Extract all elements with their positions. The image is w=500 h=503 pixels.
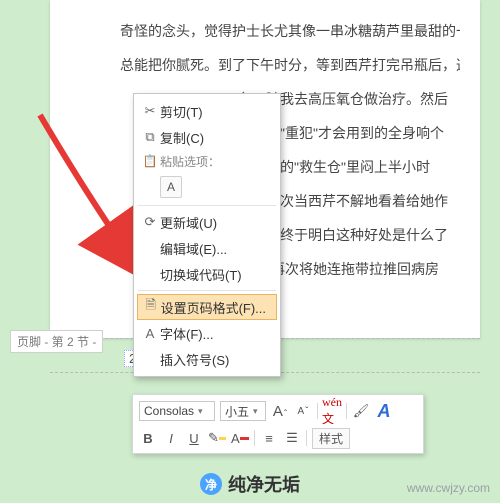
color-swatch xyxy=(240,437,249,440)
highlight-swatch xyxy=(219,437,226,440)
body-line: 奇怪的念头，觉得护士长尤其像一串冰糖葫芦里最甜的一颗 xyxy=(120,14,460,48)
menu-insert-symbol[interactable]: 插入符号(S) xyxy=(134,346,280,372)
app-stage: { "document": { "lines": [ "奇怪的念头，觉得护士长尤… xyxy=(0,0,500,503)
bullets-icon: ≡ xyxy=(265,431,273,446)
numbering-icon: ☰ xyxy=(286,430,298,446)
menu-copy[interactable]: ⧉复制(C) xyxy=(134,124,280,150)
refresh-icon: ⟳ xyxy=(140,214,160,230)
bold-icon: B xyxy=(143,431,152,446)
page-number-icon: 🗎 xyxy=(141,296,161,318)
paste-glyph: A xyxy=(167,180,175,194)
menu-label: 粘贴选项： xyxy=(160,153,220,170)
grow-font-button[interactable]: Aˆ xyxy=(271,402,289,420)
italic-button[interactable]: I xyxy=(162,429,180,447)
menu-label: 编辑域(E)... xyxy=(160,239,270,258)
grow-font-icon: Aˆ xyxy=(273,403,287,420)
highlight-icon: ✎ xyxy=(208,430,219,446)
watermark-text: 纯净无垢 xyxy=(228,471,300,497)
mini-toolbar-row1: Consolas ▾ 小五 ▾ Aˆ Aˇ wén文 🖌 A xyxy=(139,399,417,423)
phonetic-guide-button[interactable]: wén文 xyxy=(323,402,341,420)
menu-toggle-field-codes[interactable]: 切换域代码(T) xyxy=(134,261,280,287)
numbering-button[interactable]: ☰ xyxy=(283,429,301,447)
menu-font[interactable]: A字体(F)... xyxy=(134,320,280,346)
menu-edit-field[interactable]: 编辑域(E)... xyxy=(134,235,280,261)
paste-icon: 📋 xyxy=(140,154,160,168)
combo-value: Consolas xyxy=(144,404,194,418)
separator xyxy=(254,430,255,446)
separator xyxy=(317,403,318,419)
styles-button[interactable]: 样式 xyxy=(312,428,350,449)
scissors-icon: ✂ xyxy=(140,103,160,119)
separator xyxy=(346,403,347,419)
chevron-down-icon: ▾ xyxy=(198,406,203,417)
brush-icon: 🖌 xyxy=(353,403,370,419)
shrink-font-icon: Aˇ xyxy=(297,406,308,417)
menu-label: 复制(C) xyxy=(160,128,270,147)
format-painter-button[interactable]: 🖌 xyxy=(352,402,370,420)
font-size-combo[interactable]: 小五 ▾ xyxy=(220,401,266,421)
paste-options-header: 📋粘贴选项： xyxy=(134,150,280,172)
underline-button[interactable]: U xyxy=(185,429,203,447)
phonetic-icon: wén文 xyxy=(322,395,342,427)
menu-label: 剪切(T) xyxy=(160,102,270,121)
menu-separator xyxy=(138,290,276,291)
menu-label: 插入符号(S) xyxy=(160,350,270,369)
font-color-icon: A xyxy=(231,431,240,446)
shrink-font-button[interactable]: Aˇ xyxy=(294,402,312,420)
styles-label: 样式 xyxy=(319,432,343,446)
footer-section-label: 页脚 - 第 2 节 - xyxy=(10,330,103,353)
paste-keep-text-button[interactable]: A xyxy=(160,176,182,198)
context-menu: ✂剪切(T) ⧉复制(C) 📋粘贴选项： A ⟳更新域(U) 编辑域(E)...… xyxy=(133,93,281,377)
font-name-combo[interactable]: Consolas ▾ xyxy=(139,401,215,421)
mini-toolbar-row2: B I U ✎ A ≡ ☰ 样式 xyxy=(139,425,417,451)
underline-icon: U xyxy=(189,431,198,446)
separator xyxy=(306,430,307,446)
font-icon: A xyxy=(140,326,160,341)
watermark-url: www.cwjzy.com xyxy=(407,481,490,495)
menu-label: 设置页码格式(F)... xyxy=(161,298,266,317)
menu-label: 更新域(U) xyxy=(160,213,270,232)
highlight-button[interactable]: ✎ xyxy=(208,429,226,447)
menu-page-number-format[interactable]: 🗎设置页码格式(F)... xyxy=(137,294,277,320)
italic-icon: I xyxy=(169,431,173,446)
mini-toolbar: Consolas ▾ 小五 ▾ Aˆ Aˇ wén文 🖌 A B I U ✎ A ≡… xyxy=(132,394,424,454)
menu-label: 字体(F)... xyxy=(160,324,270,343)
styles-quick-button[interactable]: A xyxy=(375,402,393,420)
chevron-down-icon: ▾ xyxy=(253,406,258,417)
menu-label: 切换域代码(T) xyxy=(160,265,270,284)
menu-cut[interactable]: ✂剪切(T) xyxy=(134,98,280,124)
bold-button[interactable]: B xyxy=(139,429,157,447)
body-line: 总能把你腻死。到了下午时分，等到西芹打完吊瓶后，这颗糖 xyxy=(120,48,460,82)
copy-icon: ⧉ xyxy=(140,129,160,145)
styles-a-icon: A xyxy=(378,401,391,422)
watermark-logo-icon: 净 xyxy=(200,473,222,495)
menu-update-field[interactable]: ⟳更新域(U) xyxy=(134,209,280,235)
bullets-button[interactable]: ≡ xyxy=(260,429,278,447)
combo-value: 小五 xyxy=(225,403,249,420)
font-color-button[interactable]: A xyxy=(231,429,249,447)
menu-separator xyxy=(138,205,276,206)
paste-options: A xyxy=(134,172,280,202)
